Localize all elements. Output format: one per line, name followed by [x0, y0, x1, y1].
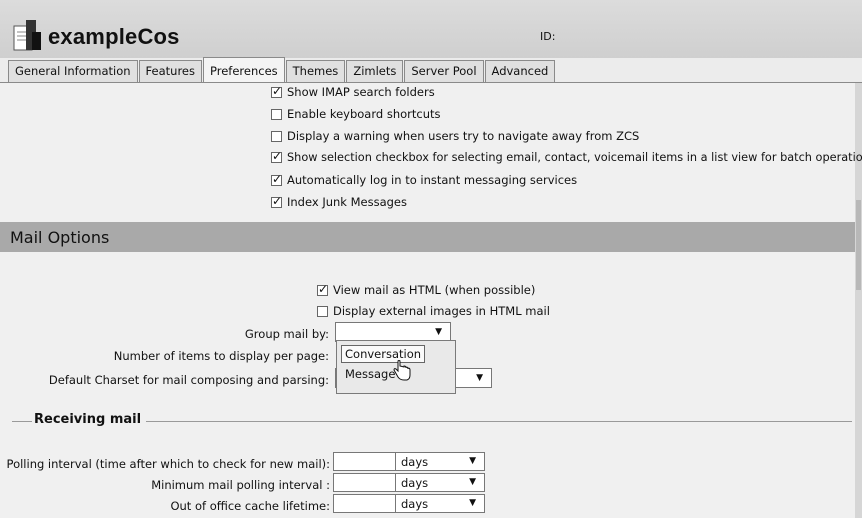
tab-zimlets[interactable]: Zimlets — [346, 60, 404, 82]
option-label: Enable keyboard shortcuts — [287, 107, 441, 121]
checkbox[interactable] — [271, 172, 282, 186]
ooo-cache-lifetime-unit-select[interactable]: days ▼ — [395, 494, 485, 513]
option-keyboard-shortcuts[interactable]: Enable keyboard shortcuts — [271, 107, 441, 121]
unit-value: days — [401, 497, 429, 511]
cos-icon — [13, 20, 41, 51]
scrollbar-thumb[interactable] — [856, 200, 861, 290]
chevron-down-icon: ▼ — [476, 373, 483, 383]
ooo-cache-lifetime-input[interactable] — [333, 494, 396, 513]
tab-bar: General Information Features Preferences… — [8, 57, 556, 82]
option-label: Display a warning when users try to navi… — [287, 129, 640, 143]
option-label: Automatically log in to instant messagin… — [287, 173, 578, 187]
receiving-mail-title: Receiving mail — [34, 412, 142, 427]
option-navigate-away-warning[interactable]: Display a warning when users try to navi… — [271, 129, 639, 143]
tab-features[interactable]: Features — [138, 60, 202, 82]
option-view-html[interactable]: View mail as HTML (when possible) — [317, 282, 536, 297]
checkbox[interactable] — [317, 305, 328, 317]
polling-interval-input[interactable] — [333, 452, 396, 471]
chevron-down-icon: ▼ — [469, 456, 476, 466]
unit-value: days — [401, 476, 429, 490]
polling-interval-label: Polling interval (time after which to ch… — [6, 457, 330, 471]
tab-advanced[interactable]: Advanced — [484, 60, 556, 82]
title-bar: exampleCos ID: — [0, 0, 862, 58]
min-polling-interval-input[interactable] — [333, 473, 396, 492]
mail-options-header: Mail Options — [0, 222, 855, 252]
option-selection-checkbox[interactable]: Show selection checkbox for selecting em… — [271, 149, 862, 164]
option-label: Display external images in HTML mail — [333, 304, 550, 318]
min-polling-interval-unit-select[interactable]: days ▼ — [395, 473, 485, 492]
checkbox[interactable] — [271, 130, 282, 142]
page-title: exampleCos — [48, 24, 180, 49]
dropdown-option-message[interactable]: Message — [345, 367, 395, 381]
fieldset-line — [146, 421, 852, 422]
option-auto-login-im[interactable]: Automatically log in to instant messagin… — [271, 172, 578, 187]
tab-server-pool[interactable]: Server Pool — [404, 60, 484, 82]
tab-themes[interactable]: Themes — [285, 60, 346, 82]
chevron-down-icon: ▼ — [469, 498, 476, 508]
checkbox[interactable] — [271, 108, 282, 120]
chevron-down-icon: ▼ — [469, 477, 476, 487]
id-label: ID: — [540, 30, 556, 43]
group-by-label: Group mail by: — [244, 327, 329, 341]
unit-value: days — [401, 455, 429, 469]
section-title: Mail Options — [10, 228, 110, 247]
tab-preferences[interactable]: Preferences — [203, 57, 285, 82]
checkbox[interactable] — [271, 194, 282, 208]
checkbox[interactable] — [271, 84, 282, 98]
scrollbar[interactable] — [855, 83, 862, 518]
option-label: Show selection checkbox for selecting em… — [287, 151, 862, 164]
option-external-images[interactable]: Display external images in HTML mail — [317, 304, 550, 318]
option-label: Show IMAP search folders — [287, 85, 435, 99]
ooo-cache-lifetime-label: Out of office cache lifetime: — [170, 499, 330, 513]
option-index-junk[interactable]: Index Junk Messages — [271, 194, 407, 209]
option-show-imap-folders[interactable]: Show IMAP search folders — [271, 84, 435, 99]
chevron-down-icon: ▼ — [435, 327, 442, 337]
polling-interval-unit-select[interactable]: days ▼ — [395, 452, 485, 471]
option-label: View mail as HTML (when possible) — [333, 283, 536, 297]
checkbox[interactable] — [271, 149, 282, 163]
min-polling-interval-label: Minimum mail polling interval : — [151, 478, 330, 492]
checkbox[interactable] — [317, 282, 328, 296]
hand-cursor-icon — [393, 360, 411, 381]
items-per-page-label: Number of items to display per page: — [113, 349, 329, 363]
charset-label: Default Charset for mail composing and p… — [48, 373, 329, 387]
tab-general-information[interactable]: General Information — [8, 60, 138, 82]
group-by-select[interactable]: ▼ — [335, 322, 451, 342]
option-label: Index Junk Messages — [287, 195, 407, 209]
fieldset-line — [12, 421, 32, 422]
